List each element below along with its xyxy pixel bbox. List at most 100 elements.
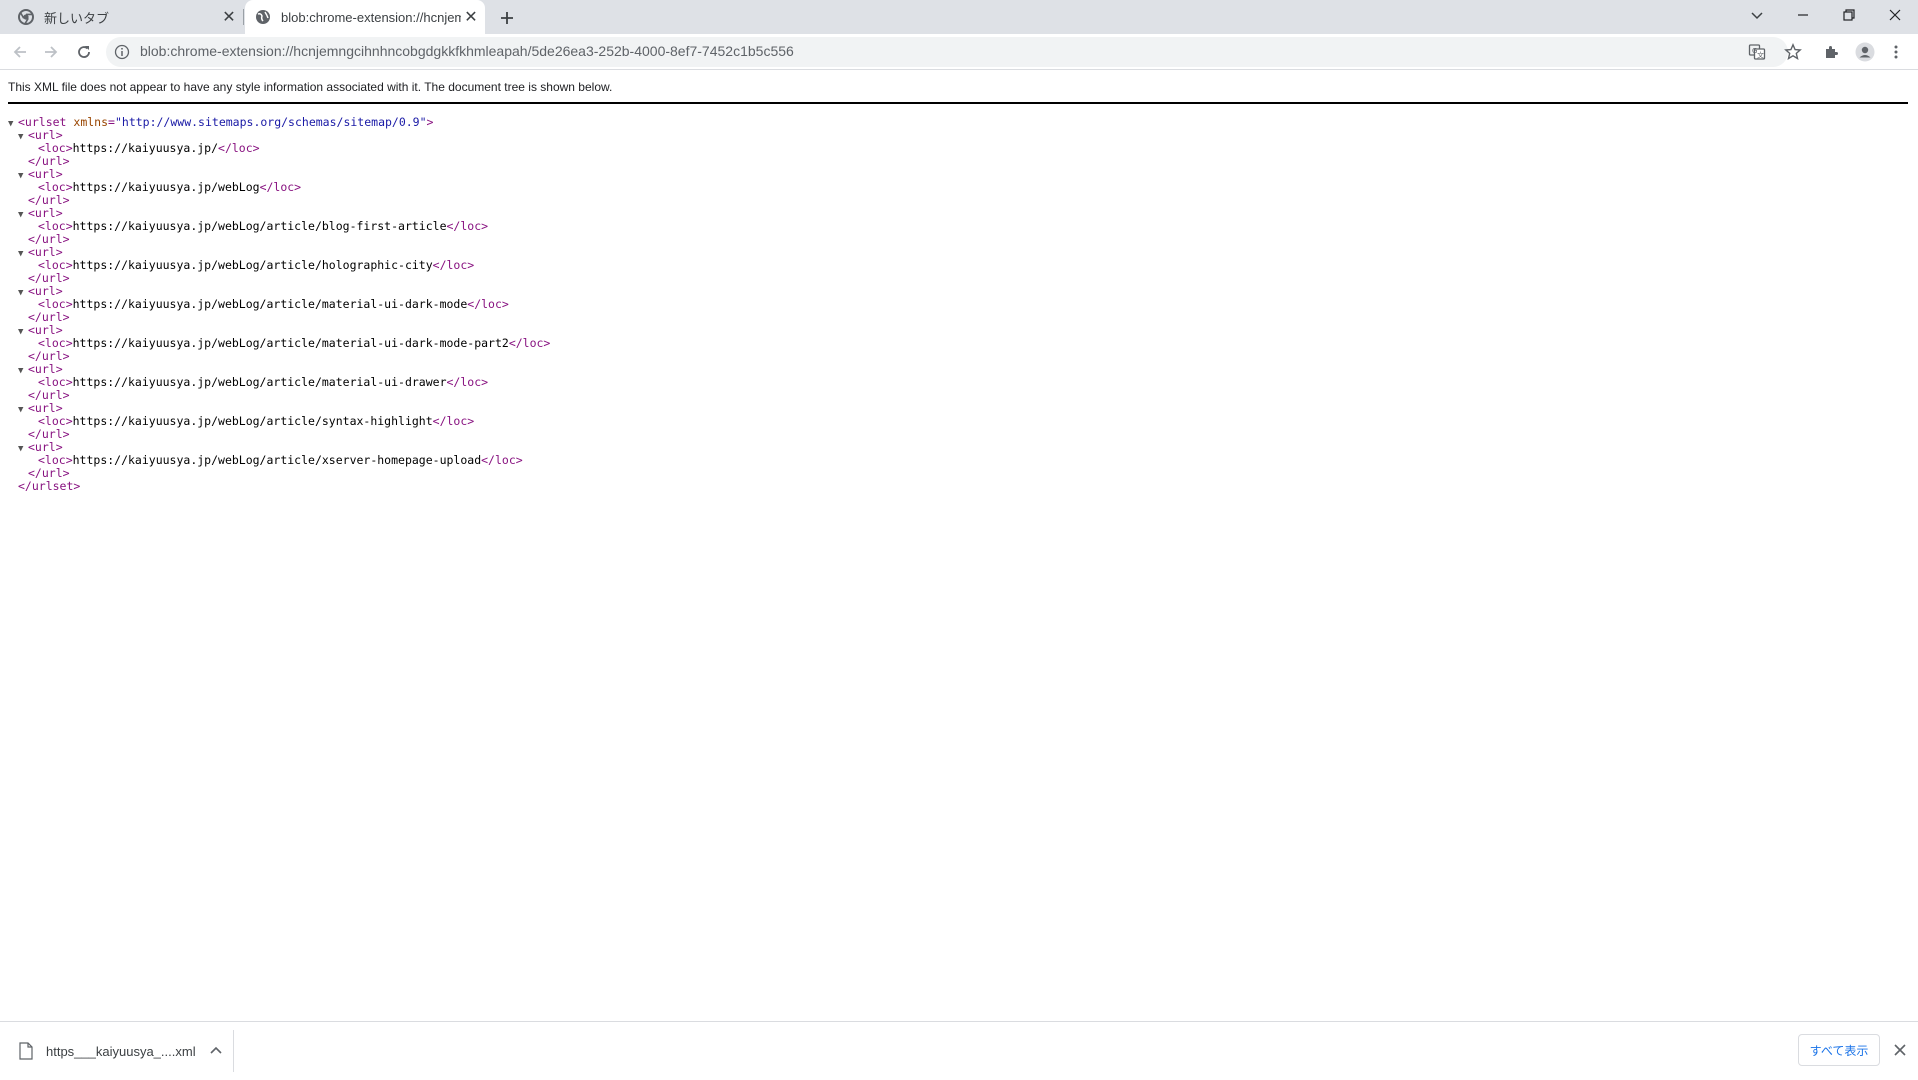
- xml-tag: </loc>: [432, 414, 475, 428]
- info-icon[interactable]: [114, 44, 130, 60]
- xml-url-close: </url>: [8, 428, 550, 441]
- tab-close-icon[interactable]: ✕: [219, 7, 239, 27]
- xml-attribute-name: xmlns: [73, 115, 109, 129]
- xml-tag: </urlset>: [18, 479, 81, 493]
- arrow-right-icon: [45, 46, 58, 58]
- xml-tag: <url>: [28, 440, 63, 454]
- xml-tag: </url>: [28, 232, 70, 246]
- xml-tag: </url>: [28, 466, 70, 480]
- plus-icon: [501, 12, 513, 24]
- profile-button[interactable]: [1851, 38, 1879, 66]
- xml-tag: </url>: [28, 310, 70, 324]
- tab-close-icon[interactable]: ✕: [461, 7, 481, 27]
- sitemap-loc-url[interactable]: https://kaiyuusya.jp/webLog: [73, 180, 260, 194]
- translate-icon[interactable]: G 文: [1748, 43, 1766, 61]
- xml-tag: <loc>: [38, 375, 73, 389]
- tab-divider: [243, 9, 244, 25]
- reload-button[interactable]: [70, 38, 98, 66]
- sitemap-loc-url[interactable]: https://kaiyuusya.jp/webLog/article/mate…: [73, 336, 509, 350]
- chevron-down-icon: [1751, 12, 1763, 20]
- xml-loc: <loc>https://kaiyuusya.jp/webLog/article…: [8, 376, 550, 389]
- xml-loc: <loc>https://kaiyuusya.jp/webLog/article…: [8, 220, 550, 233]
- xml-tag: <url>: [28, 245, 63, 259]
- xml-url-close: </url>: [8, 233, 550, 246]
- address-bar-url[interactable]: blob:chrome-extension://hcnjemngcihnhnco…: [140, 43, 794, 59]
- puzzle-icon: [1826, 46, 1838, 58]
- browser-toolbar: blob:chrome-extension://hcnjemngcihnhnco…: [0, 34, 1918, 70]
- avatar-icon: [1855, 42, 1875, 62]
- xml-tag: <loc>: [38, 219, 73, 233]
- xml-urlset-open: ▼ <urlset xmlns="http://www.sitemaps.org/…: [8, 115, 434, 130]
- divider: [233, 1030, 234, 1072]
- xml-tag: </loc>: [259, 180, 302, 194]
- tab-search-button[interactable]: [1734, 0, 1780, 30]
- file-icon: [19, 1042, 33, 1060]
- xml-tag: <url>: [28, 362, 63, 376]
- xml-url-close: </url>: [8, 350, 550, 363]
- minimize-button[interactable]: [1780, 0, 1826, 30]
- close-icon: [1889, 9, 1901, 21]
- back-button[interactable]: [6, 38, 34, 66]
- bookmark-star-icon[interactable]: [1784, 43, 1802, 61]
- close-icon: [1894, 1044, 1906, 1056]
- restore-icon: [1843, 9, 1855, 21]
- sitemap-loc-url[interactable]: https://kaiyuusya.jp/webLog/article/holo…: [73, 258, 433, 272]
- xml-urlset-close: </urlset>: [8, 480, 550, 493]
- xml-tree: ▼ <urlset xmlns="http://www.sitemaps.org/…: [8, 116, 550, 493]
- show-all-button[interactable]: すべて表示: [1798, 1034, 1880, 1066]
- xml-tag: <url>: [28, 167, 63, 181]
- download-shelf: https___kaiyuusya_....xml すべて表示: [0, 1021, 1918, 1080]
- sitemap-loc-url[interactable]: https://kaiyuusya.jp/webLog/article/synt…: [73, 414, 433, 428]
- extensions-button[interactable]: [1818, 38, 1846, 66]
- tab-new-tab[interactable]: 新しいタブ ✕: [8, 0, 243, 34]
- xml-loc: <loc>https://kaiyuusya.jp/webLog</loc>: [8, 181, 550, 194]
- more-vert-icon: [1894, 45, 1898, 59]
- xml-tag: </url>: [28, 388, 70, 402]
- forward-button[interactable]: [37, 38, 65, 66]
- xml-loc: <loc>https://kaiyuusya.jp/webLog/article…: [8, 259, 550, 272]
- xml-tag: </loc>: [481, 453, 523, 467]
- xml-tag: </loc>: [446, 375, 489, 389]
- tab-title: 新しいタブ: [44, 10, 110, 26]
- sitemap-loc-url[interactable]: https://kaiyuusya.jp/webLog/article/xser…: [73, 453, 482, 467]
- menu-button[interactable]: [1882, 38, 1910, 66]
- xml-loc: <loc>https://kaiyuusya.jp/webLog/article…: [8, 298, 550, 311]
- sitemap-loc-url[interactable]: https://kaiyuusya.jp/: [73, 141, 218, 155]
- new-tab-button[interactable]: [494, 5, 520, 31]
- xml-url-close: </url>: [8, 194, 550, 207]
- xml-tag: <loc>: [38, 453, 73, 467]
- download-file-name: https___kaiyuusya_....xml: [46, 1043, 196, 1059]
- xml-loc: <loc>https://kaiyuusya.jp/webLog/article…: [8, 454, 550, 467]
- xml-tag: <loc>: [38, 414, 73, 428]
- xml-loc: <loc>https://kaiyuusya.jp/webLog/article…: [8, 337, 550, 350]
- sitemap-loc-url[interactable]: https://kaiyuusya.jp/webLog/article/mate…: [73, 375, 447, 389]
- xml-attribute-value: "http://www.sitemaps.org/schemas/sitemap…: [114, 115, 427, 129]
- tab-blob[interactable]: blob:chrome-extension://hcnjemngcihnhnco…: [245, 0, 485, 34]
- chrome-icon: [18, 9, 34, 25]
- xml-tag: <url>: [28, 323, 63, 337]
- sitemap-loc-url[interactable]: https://kaiyuusya.jp/webLog/article/blog…: [73, 219, 447, 233]
- xml-tag: </url>: [28, 349, 70, 363]
- chevron-up-icon[interactable]: [208, 1043, 224, 1059]
- xml-style-info-message: This XML file does not appear to have an…: [8, 80, 613, 94]
- xml-url-close: </url>: [8, 311, 550, 324]
- xml-tag: </url>: [28, 154, 70, 168]
- xml-tag: <loc>: [38, 258, 73, 272]
- xml-url-close: </url>: [8, 467, 550, 480]
- xml-tag: </url>: [28, 193, 70, 207]
- close-shelf-button[interactable]: [1890, 1040, 1910, 1060]
- address-bar[interactable]: blob:chrome-extension://hcnjemngcihnhnco…: [106, 37, 1788, 67]
- xml-tag: <loc>: [38, 336, 73, 350]
- sitemap-loc-url[interactable]: https://kaiyuusya.jp/webLog/article/mate…: [73, 297, 468, 311]
- globe-icon: [256, 10, 270, 24]
- xml-url-list: ▼ <url> <loc>https://kaiyuusya.jp/</loc> …: [8, 129, 550, 480]
- xml-tag: <url>: [28, 401, 63, 415]
- restore-button[interactable]: [1826, 0, 1872, 30]
- close-window-button[interactable]: [1872, 0, 1918, 30]
- tab-title: blob:chrome-extension://hcnjemngcihnhnco…: [281, 9, 461, 25]
- xml-tag: <loc>: [38, 141, 73, 155]
- download-item[interactable]: https___kaiyuusya_....xml: [12, 1032, 232, 1070]
- tab-strip: 新しいタブ ✕ blob:chrome-extension://hcnjemng…: [0, 0, 1918, 34]
- xml-tag: <loc>: [38, 180, 73, 194]
- xml-url-close: </url>: [8, 389, 550, 402]
